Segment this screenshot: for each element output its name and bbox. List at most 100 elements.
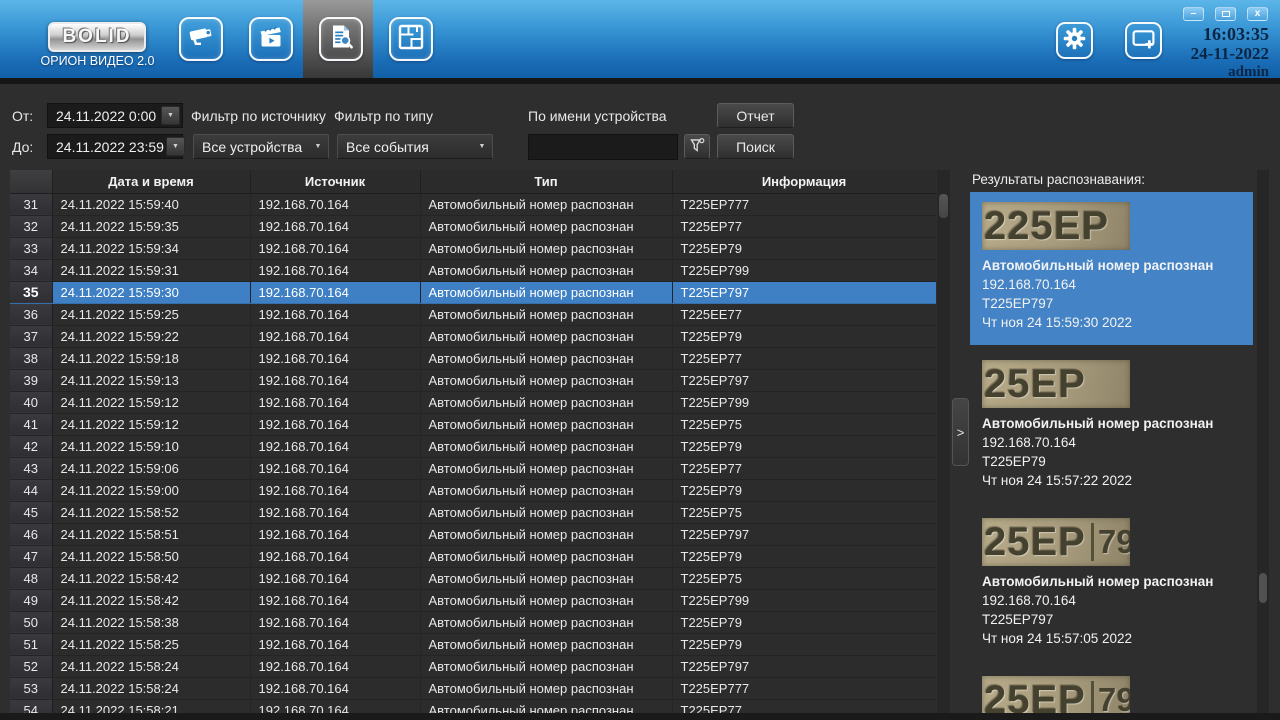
app-window: BOLID ОРИОН ВИДЕО 2.0	[0, 0, 1280, 720]
table-row[interactable]: 48 24.11.2022 15:58:42 192.168.70.164 Ав…	[10, 567, 936, 589]
results-scrollbar-thumb[interactable]	[1259, 573, 1267, 603]
cell-type: Автомобильный номер распознан	[420, 589, 672, 611]
report-button[interactable]: Отчет	[717, 103, 794, 128]
table-scrollbar[interactable]	[937, 170, 950, 720]
cell-source: 192.168.70.164	[250, 391, 420, 413]
card-time: Чт ноя 24 15:59:30 2022	[982, 313, 1241, 332]
table-row[interactable]: 35 24.11.2022 15:59:30 192.168.70.164 Ав…	[10, 281, 936, 303]
cell-type: Автомобильный номер распознан	[420, 237, 672, 259]
minimize-button[interactable]: –	[1183, 7, 1204, 21]
col-header-source[interactable]: Источник	[250, 170, 420, 193]
table-row[interactable]: 53 24.11.2022 15:58:24 192.168.70.164 Ав…	[10, 677, 936, 699]
cell-source: 192.168.70.164	[250, 347, 420, 369]
table-row[interactable]: 37 24.11.2022 15:59:22 192.168.70.164 Ав…	[10, 325, 936, 347]
table-row[interactable]: 47 24.11.2022 15:58:50 192.168.70.164 Ав…	[10, 545, 936, 567]
table-row[interactable]: 32 24.11.2022 15:59:35 192.168.70.164 Ав…	[10, 215, 936, 237]
cell-row-number: 41	[10, 413, 52, 435]
add-display-icon	[1130, 25, 1157, 57]
cell-source: 192.168.70.164	[250, 479, 420, 501]
events-select[interactable]: Все события ▼	[337, 134, 493, 159]
devices-select[interactable]: Все устройства ▼	[193, 134, 329, 159]
plate-thumb-main: 225ЕР	[984, 204, 1109, 249]
results-scrollbar[interactable]	[1257, 170, 1269, 720]
table-row[interactable]: 36 24.11.2022 15:59:25 192.168.70.164 Ав…	[10, 303, 936, 325]
table-row[interactable]: 38 24.11.2022 15:59:18 192.168.70.164 Ав…	[10, 347, 936, 369]
from-date-picker[interactable]: 24.11.2022 0:00 ▼	[47, 103, 183, 128]
col-header-type[interactable]: Тип	[420, 170, 672, 193]
cell-source: 192.168.70.164	[250, 655, 420, 677]
cell-source: 192.168.70.164	[250, 567, 420, 589]
cameras-tab[interactable]	[179, 17, 223, 61]
table-row[interactable]: 39 24.11.2022 15:59:13 192.168.70.164 Ав…	[10, 369, 936, 391]
from-date-dropdown-button[interactable]: ▼	[161, 106, 180, 125]
cell-datetime: 24.11.2022 15:59:22	[52, 325, 250, 347]
cell-row-number: 51	[10, 633, 52, 655]
table-row[interactable]: 44 24.11.2022 15:59:00 192.168.70.164 Ав…	[10, 479, 936, 501]
cell-row-number: 50	[10, 611, 52, 633]
table-row[interactable]: 45 24.11.2022 15:58:52 192.168.70.164 Ав…	[10, 501, 936, 523]
recognition-card[interactable]: 25ЕР 79	[970, 666, 1253, 720]
col-header-number	[10, 170, 52, 193]
plate-image: 225ЕР	[982, 202, 1130, 250]
plate-thumb-main: 25ЕР	[984, 520, 1086, 565]
cell-row-number: 39	[10, 369, 52, 391]
cell-datetime: 24.11.2022 15:59:12	[52, 391, 250, 413]
from-label: От:	[12, 103, 33, 129]
settings-button[interactable]	[1056, 22, 1093, 59]
cell-info: T225EP799	[672, 391, 936, 413]
table-row[interactable]: 31 24.11.2022 15:59:40 192.168.70.164 Ав…	[10, 193, 936, 215]
filter-options-button[interactable]	[684, 134, 710, 159]
cell-info: T225EE77	[672, 303, 936, 325]
logo-text: BOLID	[62, 26, 131, 48]
playback-tab[interactable]	[249, 17, 293, 61]
table-row[interactable]: 43 24.11.2022 15:59:06 192.168.70.164 Ав…	[10, 457, 936, 479]
table-row[interactable]: 33 24.11.2022 15:59:34 192.168.70.164 Ав…	[10, 237, 936, 259]
card-plate: T225EP79	[982, 452, 1241, 471]
close-button[interactable]: x	[1247, 7, 1268, 21]
panel-collapse-handle[interactable]: >	[952, 398, 969, 466]
search-button[interactable]: Поиск	[717, 134, 794, 159]
cell-row-number: 40	[10, 391, 52, 413]
cell-datetime: 24.11.2022 15:59:30	[52, 281, 250, 303]
event-table-header: Дата и время Источник Тип Информация	[10, 170, 936, 193]
table-row[interactable]: 50 24.11.2022 15:58:38 192.168.70.164 Ав…	[10, 611, 936, 633]
cell-type: Автомобильный номер распознан	[420, 303, 672, 325]
table-row[interactable]: 41 24.11.2022 15:59:12 192.168.70.164 Ав…	[10, 413, 936, 435]
table-row[interactable]: 40 24.11.2022 15:59:12 192.168.70.164 Ав…	[10, 391, 936, 413]
cell-info: T225EP77	[672, 347, 936, 369]
cell-source: 192.168.70.164	[250, 193, 420, 215]
chevron-right-icon: >	[957, 425, 965, 440]
table-scrollbar-thumb[interactable]	[939, 194, 948, 218]
table-row[interactable]: 42 24.11.2022 15:59:10 192.168.70.164 Ав…	[10, 435, 936, 457]
table-row[interactable]: 51 24.11.2022 15:58:25 192.168.70.164 Ав…	[10, 633, 936, 655]
card-source: 192.168.70.164	[982, 433, 1241, 452]
to-label: До:	[12, 134, 33, 160]
col-header-datetime[interactable]: Дата и время	[52, 170, 250, 193]
cell-datetime: 24.11.2022 15:58:50	[52, 545, 250, 567]
add-display-button[interactable]	[1125, 22, 1162, 59]
to-date-picker[interactable]: 24.11.2022 23:59 ▼	[47, 134, 183, 159]
cell-row-number: 31	[10, 193, 52, 215]
recognition-card[interactable]: 225ЕР Автомобильный номер распознан 192.…	[970, 192, 1253, 345]
cell-source: 192.168.70.164	[250, 237, 420, 259]
to-date-dropdown-button[interactable]: ▼	[166, 137, 185, 156]
table-row[interactable]: 46 24.11.2022 15:58:51 192.168.70.164 Ав…	[10, 523, 936, 545]
recognition-card[interactable]: 25ЕР Автомобильный номер распознан 192.1…	[970, 350, 1253, 503]
recognition-card[interactable]: 25ЕР 79 Автомобильный номер распознан 19…	[970, 508, 1253, 661]
clapperboard-icon	[256, 22, 286, 57]
cell-datetime: 24.11.2022 15:58:42	[52, 567, 250, 589]
event-log-tab[interactable]	[319, 17, 363, 61]
search-button-label: Поиск	[736, 139, 775, 155]
card-title: Автомобильный номер распознан	[982, 256, 1241, 275]
plans-tab[interactable]	[389, 17, 433, 61]
table-row[interactable]: 34 24.11.2022 15:59:31 192.168.70.164 Ав…	[10, 259, 936, 281]
cell-info: T225EP75	[672, 567, 936, 589]
col-header-info[interactable]: Информация	[672, 170, 936, 193]
cell-row-number: 53	[10, 677, 52, 699]
device-name-input[interactable]	[528, 134, 678, 160]
table-row[interactable]: 52 24.11.2022 15:58:24 192.168.70.164 Ав…	[10, 655, 936, 677]
maximize-button[interactable]	[1215, 7, 1236, 21]
chevron-down-icon: ▼	[308, 143, 328, 150]
table-row[interactable]: 49 24.11.2022 15:58:42 192.168.70.164 Ав…	[10, 589, 936, 611]
cell-info: T225EP79	[672, 479, 936, 501]
